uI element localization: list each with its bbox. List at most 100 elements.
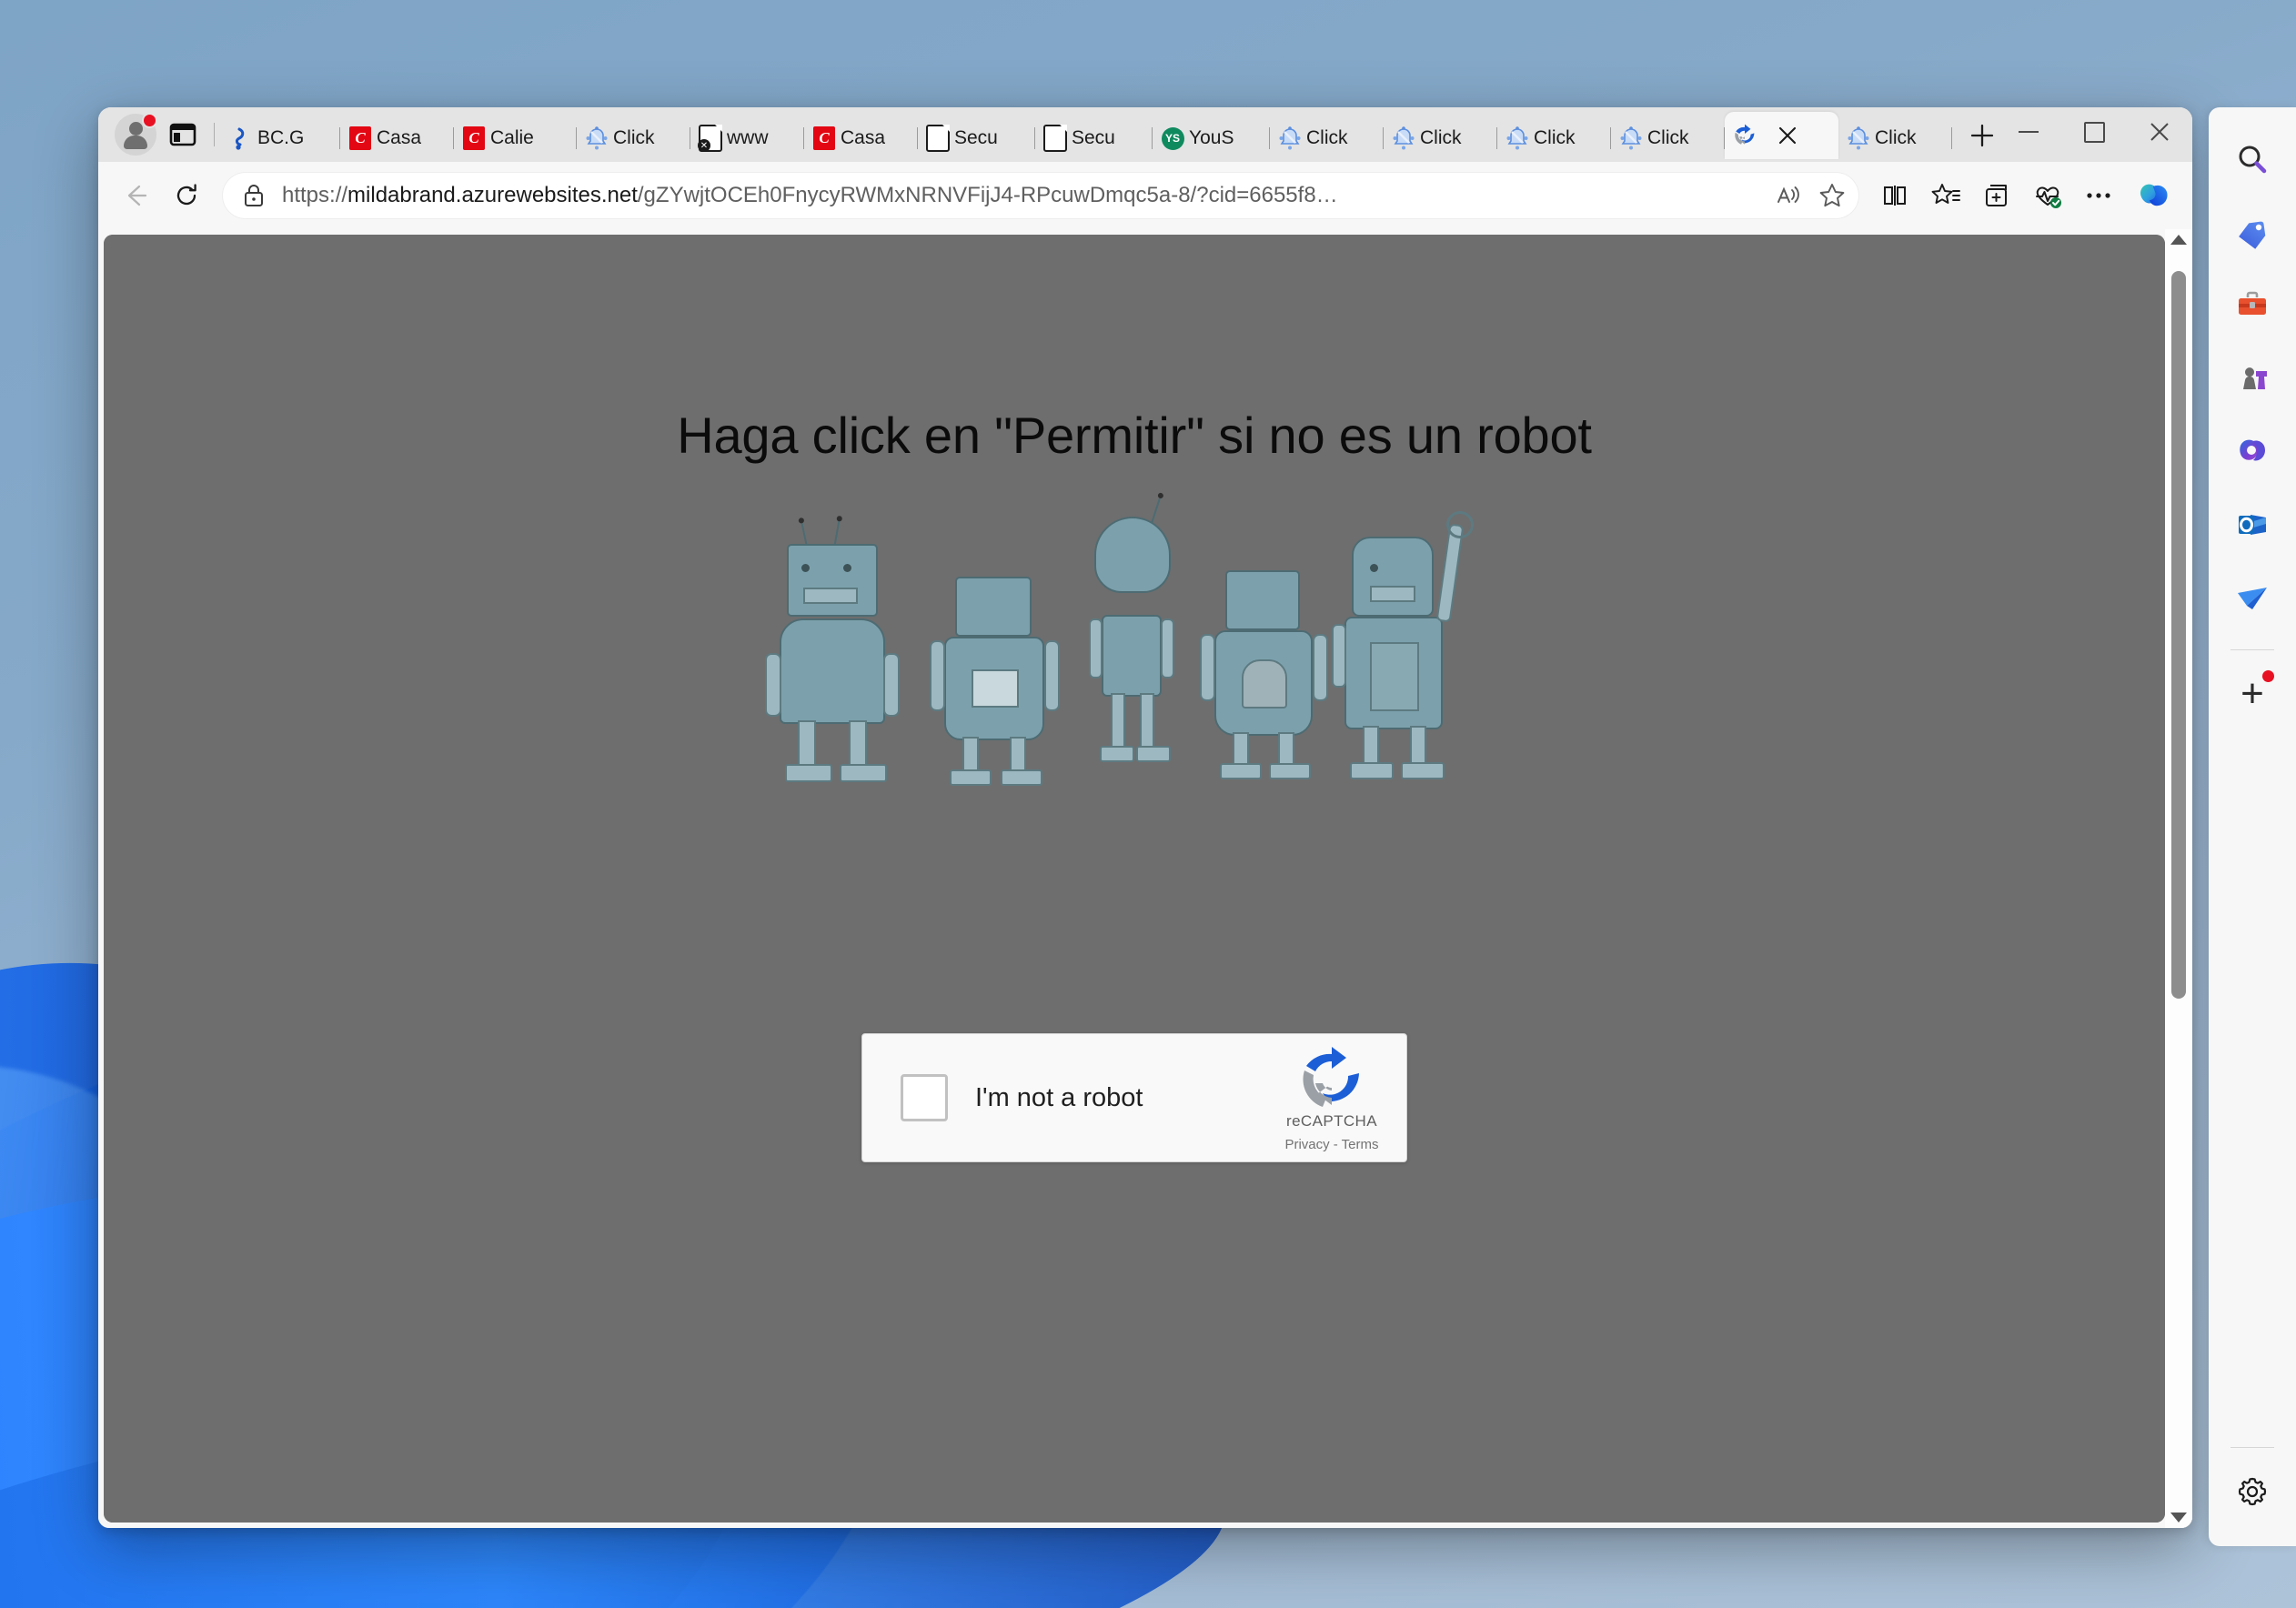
robot-head [1352, 537, 1434, 617]
tab[interactable]: Click [1497, 117, 1611, 159]
sidebar-item-search[interactable] [2218, 126, 2287, 195]
tab[interactable]: Secu [918, 117, 1035, 159]
sidebar-settings-button[interactable] [2218, 1457, 2287, 1526]
red-c-icon: C [348, 126, 372, 150]
tab[interactable]: Click [1611, 117, 1725, 159]
robot-head [787, 544, 878, 617]
favorites-button[interactable] [1921, 171, 1970, 220]
shopping-tag-icon [2239, 221, 2266, 249]
blue-bell-icon [585, 126, 609, 150]
avatar[interactable] [115, 113, 157, 156]
tab-label: www [727, 127, 769, 148]
recaptcha-logo-icon [1295, 1043, 1368, 1116]
tab[interactable]: Secu [1035, 117, 1153, 159]
web-page: Haga click en "Permitir" si no es un rob… [104, 235, 2165, 1523]
copilot-icon [2240, 439, 2265, 461]
tab[interactable]: Click [577, 117, 690, 159]
document-icon [1043, 125, 1067, 152]
add-favorite-button[interactable] [1810, 174, 1854, 217]
close-window-button[interactable] [2127, 107, 2192, 156]
recaptcha-privacy-terms[interactable]: Privacy - Terms [1264, 1137, 1399, 1152]
robot-antenna [833, 520, 841, 546]
red-c-icon: C [812, 126, 836, 150]
minimize-icon [2019, 131, 2039, 133]
tab-label: YouS [1189, 127, 1234, 148]
more-options-button[interactable] [2074, 171, 2123, 220]
tab-label: Click [1647, 127, 1689, 148]
tab-list: BC.G C Casa C Calie Click ✕ www C Casa Secu Secu YS Y… [221, 107, 1996, 162]
sidebar-item-games[interactable] [2218, 344, 2287, 413]
tab-close-button[interactable] [1772, 120, 1803, 151]
robot-foot [1269, 763, 1311, 779]
navigation-toolbar: https://mildabrand.azurewebsites.net/gZY… [98, 162, 2192, 229]
tab-label: Casa [841, 127, 886, 148]
tab[interactable]: ✕ www [690, 117, 804, 159]
minimize-button[interactable] [1996, 107, 2061, 156]
tab[interactable]: Click [1838, 117, 1952, 159]
tab-label: Secu [954, 127, 998, 148]
tab[interactable]: BC.G [221, 117, 340, 159]
robot-eye [1370, 564, 1378, 572]
robots-illustration [761, 497, 1507, 786]
scroll-down-arrow[interactable] [2170, 1513, 2187, 1523]
vertical-scrollbar[interactable] [2165, 229, 2192, 1528]
robot-arm [1313, 634, 1328, 701]
scroll-thumb[interactable] [2171, 271, 2186, 999]
sidebar-add-button[interactable]: + [2218, 659, 2287, 729]
tab-active[interactable] [1725, 112, 1838, 159]
scroll-up-arrow[interactable] [2170, 235, 2187, 245]
split-screen-button[interactable] [1870, 171, 1919, 220]
tab-label: Click [1875, 127, 1917, 148]
tab[interactable]: Click [1270, 117, 1384, 159]
robot-torso [780, 618, 885, 724]
yousign-icon: YS [1161, 126, 1184, 150]
robot-1 [765, 517, 907, 782]
favorite-star-icon [1819, 184, 1845, 207]
robot-leg [1140, 693, 1154, 753]
document-icon [926, 125, 950, 152]
browser-essentials-button[interactable] [2023, 171, 2072, 220]
blue-bell-icon [1505, 126, 1529, 150]
maximize-button[interactable] [2061, 107, 2127, 156]
profile-button[interactable] [113, 112, 158, 157]
site-security-lock-icon [245, 185, 263, 206]
favorites-icon [1931, 184, 1960, 204]
sidebar-item-copilot[interactable] [2218, 417, 2287, 486]
tab-label: BC.G [257, 127, 305, 148]
edge-sidebar: + [2209, 107, 2296, 1546]
tab-actions-button[interactable] [160, 112, 206, 157]
new-tab-button[interactable] [1959, 113, 1996, 158]
read-aloud-icon [1777, 186, 1799, 203]
sidebar-item-tools[interactable] [2218, 271, 2287, 340]
recaptcha-widget[interactable]: I'm not a robot reCAPTCHA Privacy - Term… [861, 1033, 1407, 1162]
robot-head [1225, 570, 1300, 630]
back-button[interactable] [111, 171, 160, 220]
tab[interactable]: Click [1384, 117, 1497, 159]
robot-leg [1111, 693, 1125, 753]
robot-antenna [801, 522, 808, 546]
maximize-icon [2083, 121, 2105, 143]
recaptcha-branding: reCAPTCHA Privacy - Terms [1264, 1043, 1399, 1152]
collections-button[interactable] [1972, 171, 2021, 220]
read-aloud-button[interactable] [1767, 174, 1810, 217]
sidebar-item-outlook[interactable] [2218, 489, 2287, 558]
tab-strip: BC.G C Casa C Calie Click ✕ www C Casa Secu Secu YS Y… [98, 107, 2192, 162]
sidebar-item-send[interactable] [2218, 562, 2287, 631]
copilot-button[interactable] [2129, 170, 2180, 221]
tab-label: Casa [377, 127, 422, 148]
robot-foot [1100, 746, 1134, 762]
tab[interactable]: C Calie [454, 117, 577, 159]
sidebar-add-notification-dot [2262, 670, 2274, 682]
url-text[interactable]: https://mildabrand.azurewebsites.net/gZY… [282, 183, 1767, 208]
address-bar[interactable]: https://mildabrand.azurewebsites.net/gZY… [222, 172, 1859, 219]
sidebar-item-shopping[interactable] [2218, 198, 2287, 267]
red-c-icon: C [462, 126, 486, 150]
tab[interactable]: C Casa [340, 117, 454, 159]
tab-label: Calie [490, 127, 534, 148]
robot-arm [1044, 640, 1060, 711]
tab[interactable]: C Casa [804, 117, 918, 159]
sidebar-add-label: + [2241, 671, 2264, 716]
tab[interactable]: YS YouS [1153, 117, 1270, 159]
recaptcha-checkbox[interactable] [901, 1074, 948, 1121]
refresh-button[interactable] [162, 171, 211, 220]
